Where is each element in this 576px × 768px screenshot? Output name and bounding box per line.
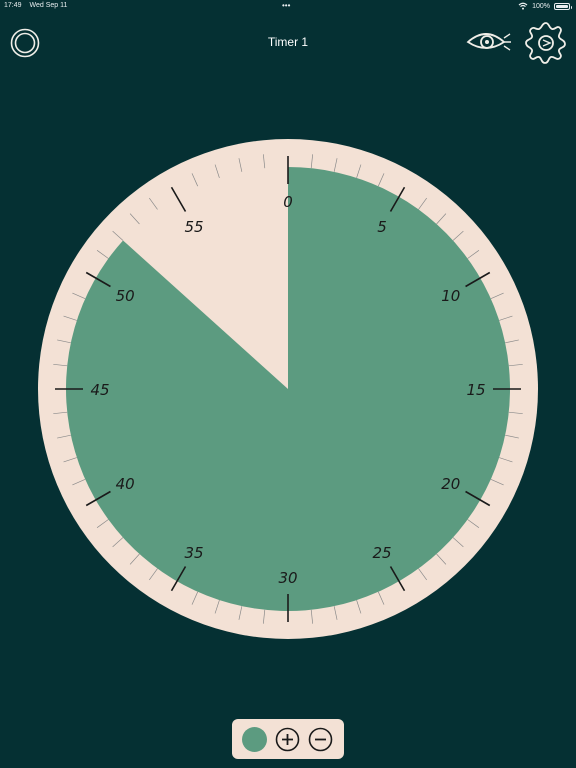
timer-toolbar xyxy=(232,719,344,759)
dial-label-30: 30 xyxy=(278,569,297,587)
dial-label-15: 15 xyxy=(466,381,485,399)
plus-icon[interactable] xyxy=(275,727,300,752)
dial-label-55: 55 xyxy=(184,218,203,236)
dial-label-20: 20 xyxy=(441,475,460,493)
minus-icon[interactable] xyxy=(308,727,333,752)
dial-label-25: 25 xyxy=(372,544,391,562)
dial-label-10: 10 xyxy=(441,287,460,305)
dial-label-40: 40 xyxy=(116,475,135,493)
dial-label-35: 35 xyxy=(184,544,203,562)
color-swatch-button[interactable] xyxy=(242,727,267,752)
dial-label-50: 50 xyxy=(116,287,135,305)
dial-label-45: 45 xyxy=(90,381,109,399)
timer-dial[interactable]: 0 5 10 15 20 25 30 35 40 45 50 55 xyxy=(0,0,576,768)
dial-label-5: 5 xyxy=(377,218,387,236)
dial-label-0: 0 xyxy=(283,193,293,211)
